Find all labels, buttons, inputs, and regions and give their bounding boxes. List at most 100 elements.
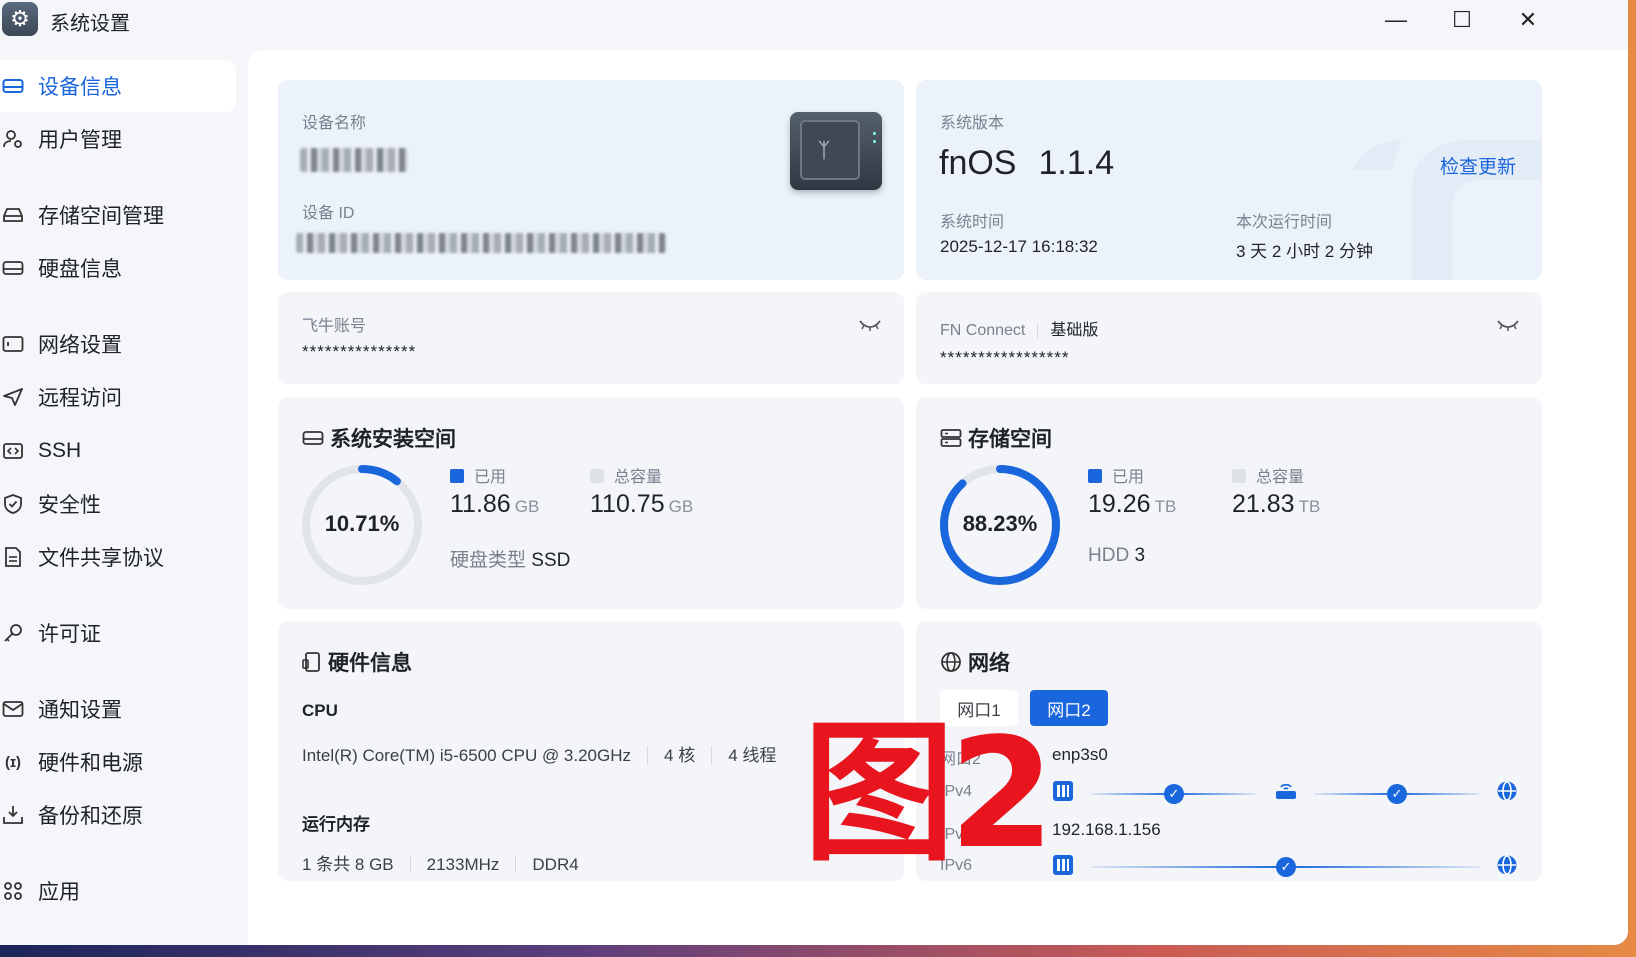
memory-speed: 2133MHz xyxy=(426,855,500,874)
sidebar-item-label: 通知设置 xyxy=(38,699,122,722)
storage-percent: 88.23% xyxy=(962,511,1038,536)
device-card: 设备名称 设备 ID ᛉ xyxy=(278,80,904,280)
used-unit: TB xyxy=(1154,497,1177,516)
minimize-button[interactable]: — xyxy=(1374,4,1418,36)
memory-label: 运行内存 xyxy=(302,815,370,834)
os-version-number: 1.1.4 xyxy=(1038,144,1115,182)
account-masked-value: *************** xyxy=(302,342,417,361)
system-time-label: 系统时间 xyxy=(940,214,1005,231)
maximize-button[interactable]: ☐ xyxy=(1440,4,1484,36)
sidebar-item-notifications[interactable]: 通知设置 xyxy=(0,683,236,735)
key-icon xyxy=(0,622,26,644)
sidebar-item-label: 安全性 xyxy=(38,494,101,517)
file-icon xyxy=(0,546,26,568)
check-update-link[interactable]: 检查更新 xyxy=(1440,152,1516,179)
sidebar-item-label: 用户管理 xyxy=(38,129,122,152)
sidebar-item-security[interactable]: 安全性 xyxy=(0,478,236,530)
settings-window: ⚙ 系统设置 — ☐ ✕ 设备信息 用户管理 存储空间管理 硬盘信息 网络设置 … xyxy=(0,0,1628,945)
os-name: fnOS xyxy=(939,144,1017,182)
system-version-card: 系统版本 fnOS 1.1.4 检查更新 系统时间 2025-12-17 16:1… xyxy=(916,80,1542,280)
cpu-label: CPU xyxy=(302,701,338,720)
router-icon xyxy=(1276,783,1296,799)
sidebar-item-license[interactable]: 许可证 xyxy=(0,607,236,659)
cpu-details: Intel(R) Core(TM) i5-6500 CPU @ 3.20GHz 4… xyxy=(302,741,776,766)
sidebar-item-label: 许可证 xyxy=(38,623,101,646)
legend-used-text: 已用 xyxy=(1112,469,1145,486)
sidebar-item-ssh[interactable]: SSH xyxy=(0,425,236,477)
sidebar-item-users[interactable]: 用户管理 xyxy=(0,113,236,165)
fn-connect-name: FN Connect xyxy=(940,322,1026,339)
sidebar-item-device-info[interactable]: 设备信息 xyxy=(0,60,236,112)
total-number: 21.83 xyxy=(1232,490,1295,518)
send-icon xyxy=(0,387,26,407)
window-title: 系统设置 xyxy=(50,13,130,35)
close-button[interactable]: ✕ xyxy=(1506,4,1550,36)
system-space-title: 系统安装空间 xyxy=(302,423,456,453)
storage-card: 存储空间 88.23% 已用 19.26 TB 总容量 21.83 TB HDD 3 xyxy=(916,397,1542,609)
system-space-card: 系统安装空间 10.71% 已用 11.86 GB 总容量 110.75 GB 硬盘… xyxy=(278,397,904,609)
disk-icon xyxy=(302,431,324,445)
fn-connect-label: FN Connect 基础版 xyxy=(940,316,1098,340)
port-value: enp3s0 xyxy=(1052,745,1108,764)
sidebar-item-label: 硬件和电源 xyxy=(38,752,143,775)
sidebar-item-network[interactable]: 网络设置 xyxy=(0,318,236,370)
sidebar-item-apps[interactable]: 应用 xyxy=(0,865,236,917)
device-name-redacted xyxy=(300,148,408,172)
eye-closed-icon[interactable] xyxy=(858,318,882,332)
system-time-value: 2025-12-17 16:18:32 xyxy=(940,237,1098,256)
disk-type-value: SSD xyxy=(531,550,571,571)
shield-icon xyxy=(0,493,26,515)
phone-device-icon xyxy=(302,652,320,672)
fn-connect-tier: 基础版 xyxy=(1050,322,1099,339)
backup-icon xyxy=(0,804,26,826)
cpu-threads: 4 线程 xyxy=(728,746,777,765)
legend-total-text: 总容量 xyxy=(1256,469,1305,486)
internet-globe-icon xyxy=(1497,781,1517,801)
hdd-count: HDD 3 xyxy=(1088,545,1145,567)
eye-closed-icon[interactable] xyxy=(1496,318,1520,332)
account-card: 飞牛账号 *************** xyxy=(278,292,904,384)
sidebar-item-remote-access[interactable]: 远程访问 xyxy=(0,371,236,423)
globe-icon xyxy=(941,652,961,672)
storage-used-value: 19.26 TB xyxy=(1088,490,1176,519)
sidebar-item-file-sharing[interactable]: 文件共享协议 xyxy=(0,531,236,583)
fn-connect-card: FN Connect 基础版 ***************** xyxy=(916,292,1542,384)
users-icon xyxy=(0,128,26,150)
total-unit: TB xyxy=(1298,497,1321,516)
device-id-redacted xyxy=(296,233,666,253)
hardware-title-text: 硬件信息 xyxy=(328,652,412,675)
account-label: 飞牛账号 xyxy=(302,318,367,335)
legend-total-text: 总容量 xyxy=(614,469,663,486)
storage-title: 存储空间 xyxy=(940,423,1052,453)
sidebar-item-hardware-power[interactable]: (ɪ) 硬件和电源 xyxy=(0,736,236,788)
sidebar: 设备信息 用户管理 存储空间管理 硬盘信息 网络设置 远程访问 SSH 安全性 xyxy=(0,48,244,945)
disk-type: 硬盘类型 SSD xyxy=(450,545,570,572)
sidebar-item-storage-management[interactable]: 存储空间管理 xyxy=(0,189,236,241)
fn-connect-masked-value: ***************** xyxy=(940,348,1070,367)
total-unit: GB xyxy=(668,497,694,516)
disk-type-label: 硬盘类型 xyxy=(450,550,527,571)
network-icon xyxy=(0,335,26,353)
sidebar-item-backup[interactable]: 备份和还原 xyxy=(0,789,236,841)
storage-icon xyxy=(0,206,26,224)
storage-total-value: 21.83 TB xyxy=(1232,490,1320,519)
device-icon xyxy=(0,77,26,95)
hdd-label: HDD xyxy=(1088,545,1130,566)
sidebar-item-label: 备份和还原 xyxy=(38,805,143,828)
memory-details: 1 条共 8 GB 2133MHz DDR4 xyxy=(302,850,579,875)
network-title-text: 网络 xyxy=(968,652,1010,675)
device-id-label: 设备 ID xyxy=(302,205,355,222)
total-number: 110.75 xyxy=(590,490,665,518)
used-unit: GB xyxy=(514,497,540,516)
uptime-label: 本次运行时间 xyxy=(1236,214,1333,231)
figure-watermark: 图2 xyxy=(803,705,1055,882)
sidebar-item-disk-info[interactable]: 硬盘信息 xyxy=(0,242,236,294)
ssh-icon xyxy=(0,442,26,460)
device-name-label: 设备名称 xyxy=(302,115,367,132)
sidebar-item-label: 文件共享协议 xyxy=(38,547,164,570)
used-number: 11.86 xyxy=(450,490,511,518)
network-title: 网络 xyxy=(940,647,1010,677)
storage-used-label: 已用 xyxy=(1088,463,1144,487)
apps-icon xyxy=(0,881,26,901)
server-icon xyxy=(940,429,962,447)
